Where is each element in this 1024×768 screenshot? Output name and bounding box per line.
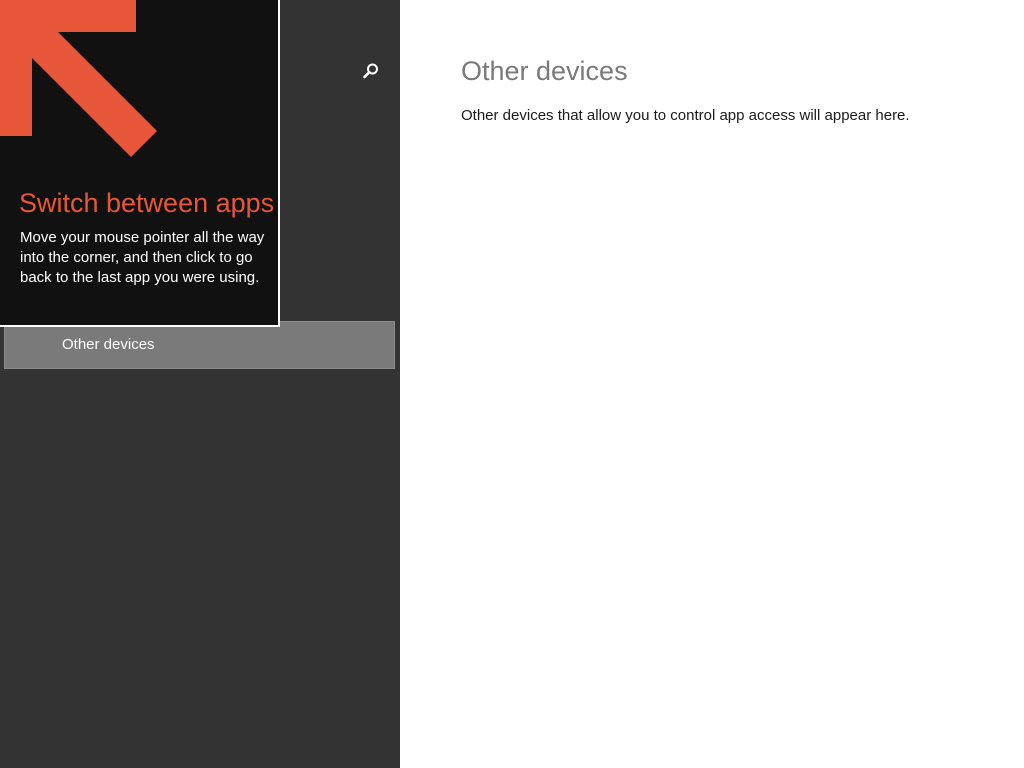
page-title: Other devices	[461, 56, 628, 86]
tutorial-tip: Switch between apps Move your mouse poin…	[0, 0, 280, 327]
tip-title: Switch between apps	[19, 188, 275, 218]
page-description: Other devices that allow you to control …	[461, 107, 910, 124]
arrow-up-left-icon	[0, 0, 157, 157]
settings-window: Other devices Other devices Other device…	[0, 0, 1024, 768]
search-button[interactable]	[358, 58, 384, 84]
nav-item-other-devices[interactable]: Other devices	[4, 321, 395, 369]
nav-item-label: Other devices	[62, 336, 155, 353]
tip-body: Move your mouse pointer all the way into…	[20, 229, 265, 286]
search-icon	[363, 63, 378, 79]
